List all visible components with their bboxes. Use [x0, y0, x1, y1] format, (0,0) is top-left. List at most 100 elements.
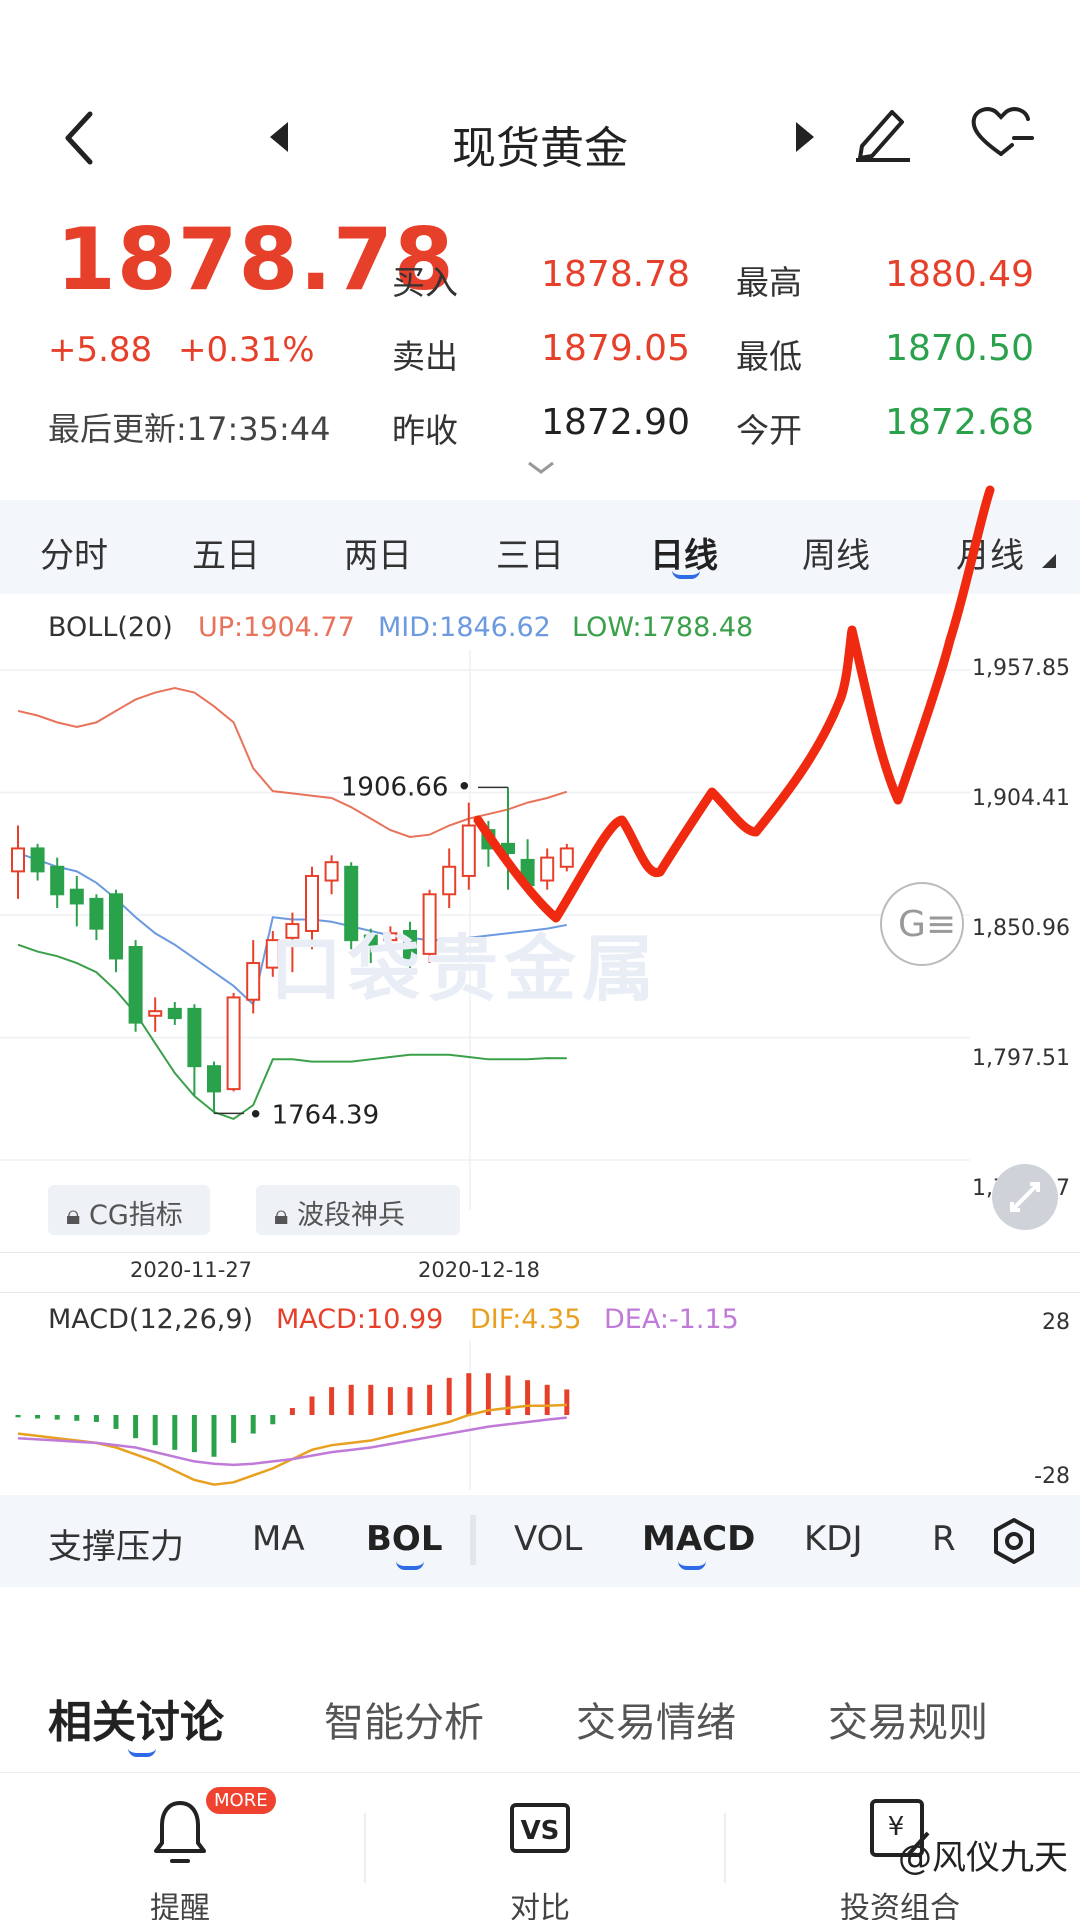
- tab-bol-indicator: [396, 1561, 424, 1570]
- tab-monthly[interactable]: 月线: [956, 528, 1024, 577]
- boll-up-value: UP:1904.77: [198, 612, 355, 643]
- fullscreen-button[interactable]: [992, 1164, 1058, 1230]
- favorite-button[interactable]: [968, 104, 1034, 160]
- high-label: 最高: [736, 263, 802, 302]
- chevron-down-icon: [528, 461, 554, 474]
- expand-arrows-icon: [1010, 1182, 1040, 1212]
- macd-dif-line: [17, 1403, 567, 1486]
- prev-close-value: 1872.90: [541, 402, 690, 443]
- change-value: +5.88: [48, 330, 153, 370]
- candle-down: [109, 893, 123, 960]
- candle-down: [69, 888, 84, 905]
- boll-upper-line: [17, 686, 568, 838]
- candle-down: [30, 847, 45, 873]
- wave-indicator-label: 波段神兵: [296, 1200, 405, 1231]
- wave-indicator-badge[interactable]: 🔒︎ 波段神兵: [256, 1185, 460, 1235]
- nav-compare[interactable]: VS 对比: [460, 1773, 620, 1920]
- pencil-icon: [856, 110, 910, 162]
- macd-chart[interactable]: [0, 1340, 1080, 1490]
- tab-kdj[interactable]: KDJ: [804, 1519, 863, 1559]
- tab-daily-indicator: [672, 570, 700, 579]
- nav-alert[interactable]: MORE 提醒: [100, 1773, 276, 1920]
- cg-indicator-badge[interactable]: 🔒︎ CG指标: [48, 1185, 210, 1235]
- edit-button[interactable]: [852, 100, 914, 162]
- next-instrument-button[interactable]: [792, 120, 816, 154]
- tab-divider: [470, 1515, 476, 1565]
- triangle-right-icon: [796, 122, 814, 152]
- candle-down: [187, 1007, 202, 1068]
- nav-divider: [364, 1813, 366, 1883]
- nav-divider: [724, 1813, 726, 1883]
- tab-five-day[interactable]: 五日: [192, 528, 260, 577]
- vs-icon: VS: [510, 1803, 570, 1853]
- buy-value: 1878.78: [541, 254, 690, 295]
- max-price-label: 1906.66 •: [341, 772, 472, 802]
- tab-discussion-indicator: [128, 1748, 156, 1757]
- nav-compare-label: 对比: [510, 1891, 570, 1920]
- settings-hexagon-icon[interactable]: [990, 1517, 1038, 1565]
- nav-alert-label: 提醒: [150, 1891, 210, 1920]
- buy-label: 买入: [392, 263, 458, 302]
- tab-macd[interactable]: MACD: [642, 1519, 755, 1559]
- page-title: 现货黄金: [452, 123, 628, 174]
- boll-name: BOLL(20): [48, 612, 173, 643]
- tab-trading-rules[interactable]: 交易规则: [828, 1690, 988, 1748]
- date-label: 2020-11-27: [130, 1258, 253, 1282]
- candle-down: [207, 1065, 221, 1093]
- svg-text:VS: VS: [521, 1816, 560, 1846]
- tab-r[interactable]: R: [932, 1519, 956, 1559]
- indicator-tab-bar: 支撑压力 MA BOL VOL MACD KDJ R: [0, 1495, 1080, 1587]
- tab-two-day[interactable]: 两日: [344, 528, 412, 577]
- macd-divider: [0, 1292, 1080, 1293]
- candle-down: [89, 897, 104, 930]
- date-axis-divider: [0, 1252, 1080, 1253]
- period-tab-bar: 分时 五日 两日 三日 日线 周线 月线: [0, 500, 1080, 594]
- candle-up: [226, 996, 241, 1091]
- tab-bol[interactable]: BOL: [366, 1519, 442, 1559]
- candle-up: [148, 1010, 163, 1017]
- macd-dif-value: DIF:4.35: [470, 1304, 582, 1335]
- boll-low-value: LOW:1788.48: [572, 612, 754, 643]
- change-percent: +0.31%: [178, 330, 315, 370]
- candle-up: [442, 865, 457, 896]
- tab-trading-sentiment[interactable]: 交易情绪: [576, 1690, 736, 1748]
- candle-up: [461, 824, 476, 877]
- macd-value: MACD:10.99: [276, 1304, 444, 1335]
- chart-watermark-logo: 口袋贵金属: [270, 927, 661, 1011]
- tab-weekly[interactable]: 周线: [802, 528, 870, 577]
- tab-intraday[interactable]: 分时: [40, 528, 108, 577]
- low-value: 1870.50: [885, 328, 1034, 369]
- chart-logo-button[interactable]: G≡: [880, 882, 964, 966]
- app-screen: 现货黄金 1878.78 +5.88 +0.31% 最后更新:17:35:44 …: [0, 0, 1080, 1920]
- tab-macd-indicator: [678, 1561, 706, 1570]
- high-value: 1880.49: [885, 254, 1034, 295]
- candle-down: [128, 945, 143, 1024]
- heart-minus-icon: [971, 107, 1034, 156]
- tab-support-resistance[interactable]: 支撑压力: [48, 1519, 184, 1568]
- macd-name: MACD(12,26,9): [48, 1304, 254, 1335]
- candle-up: [559, 847, 574, 868]
- tab-smart-analysis[interactable]: 智能分析: [324, 1690, 484, 1748]
- sell-label: 卖出: [392, 337, 458, 376]
- sell-value: 1879.05: [541, 328, 690, 369]
- tab-three-day[interactable]: 三日: [496, 528, 564, 577]
- tab-related-discussion[interactable]: 相关讨论: [48, 1686, 224, 1750]
- lock-icon: 🔒︎: [274, 1200, 289, 1231]
- dropdown-corner-icon: [1042, 554, 1056, 568]
- min-price-label: • 1764.39: [248, 1100, 379, 1130]
- macd-dea-value: DEA:-1.15: [604, 1304, 739, 1335]
- candle-down: [501, 842, 515, 855]
- candle-up: [540, 856, 555, 882]
- nav-portfolio-label: 投资组合: [840, 1891, 960, 1920]
- macd-axis-top: 28: [1042, 1310, 1070, 1335]
- tab-ma[interactable]: MA: [252, 1519, 305, 1559]
- date-label: 2020-12-18: [418, 1258, 541, 1282]
- low-label: 最低: [736, 337, 802, 376]
- candle-down: [520, 858, 535, 887]
- lock-icon: 🔒︎: [66, 1200, 81, 1231]
- expand-quote-button[interactable]: [526, 460, 556, 476]
- open-label: 今开: [736, 411, 802, 450]
- candle-up: [324, 861, 339, 882]
- candle-down: [50, 865, 65, 896]
- tab-vol[interactable]: VOL: [514, 1519, 582, 1559]
